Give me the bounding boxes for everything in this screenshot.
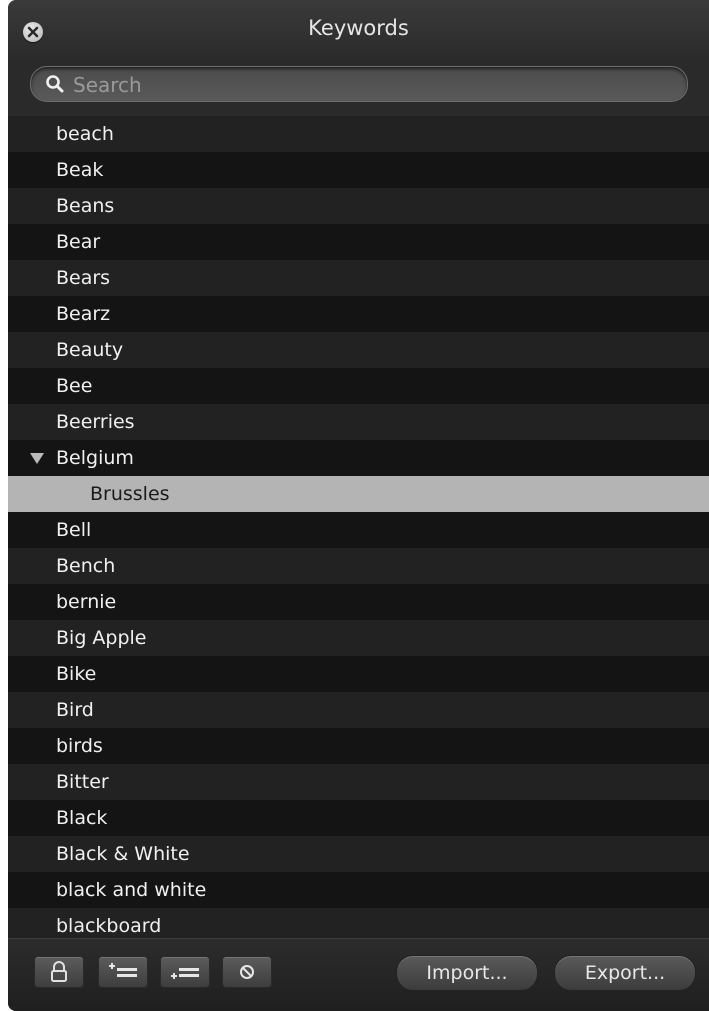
add-keyword-icon bbox=[109, 963, 137, 977]
keyword-label: black and white bbox=[56, 879, 207, 901]
keyword-label: Bee bbox=[56, 375, 93, 397]
keyword-row[interactable]: Bike bbox=[8, 656, 709, 692]
keyword-label: Beak bbox=[56, 159, 104, 181]
keyword-label: Bird bbox=[56, 699, 94, 721]
search-icon bbox=[46, 75, 64, 93]
keyword-list: beach Beak Beans Bear Bears Bearz Beauty Bee Bee… bbox=[8, 116, 709, 944]
keyword-label: bernie bbox=[56, 591, 117, 613]
keyword-row[interactable]: birds bbox=[8, 728, 709, 764]
keyword-row[interactable]: Black bbox=[8, 800, 709, 836]
keyword-label: Bearz bbox=[56, 303, 111, 325]
lock-button[interactable] bbox=[34, 956, 84, 988]
import-button[interactable]: Import... bbox=[396, 955, 538, 991]
keyword-row[interactable]: Big Apple bbox=[8, 620, 709, 656]
keyword-row[interactable]: Beans bbox=[8, 188, 709, 224]
keyword-row[interactable]: Bird bbox=[8, 692, 709, 728]
keyword-label: Beauty bbox=[56, 339, 124, 361]
keyword-row[interactable]: Belgium bbox=[8, 440, 709, 476]
window-title: Keywords bbox=[308, 16, 409, 40]
search-input[interactable] bbox=[71, 69, 675, 101]
keyword-row[interactable]: beach bbox=[8, 116, 709, 152]
keyword-row[interactable]: Bearz bbox=[8, 296, 709, 332]
keyword-row[interactable]: Beak bbox=[8, 152, 709, 188]
keyword-label: Black & White bbox=[56, 843, 190, 865]
keyword-label: Bell bbox=[56, 519, 92, 541]
keyword-label: Bear bbox=[56, 231, 101, 253]
keyword-row[interactable]: Beerries bbox=[8, 404, 709, 440]
lock-icon bbox=[51, 961, 67, 982]
keyword-label: Bike bbox=[56, 663, 97, 685]
keyword-row[interactable]: Black & White bbox=[8, 836, 709, 872]
search-bar bbox=[8, 62, 709, 119]
keyword-row[interactable]: Bell bbox=[8, 512, 709, 548]
keyword-label: Bitter bbox=[56, 771, 109, 793]
keyword-row[interactable]: Bee bbox=[8, 368, 709, 404]
keyword-label: Beans bbox=[56, 195, 115, 217]
keyword-label: Black bbox=[56, 807, 108, 829]
remove-keyword-button[interactable] bbox=[222, 956, 272, 988]
keyword-row[interactable]: black and white bbox=[8, 872, 709, 908]
title-bar: Keywords bbox=[8, 0, 709, 62]
keyword-label: Beerries bbox=[56, 411, 135, 433]
keyword-label: beach bbox=[56, 123, 114, 145]
add-keyword-button[interactable] bbox=[98, 956, 148, 988]
keyword-label: Brussles bbox=[90, 483, 170, 505]
keyword-row[interactable]: Bitter bbox=[8, 764, 709, 800]
remove-keyword-icon bbox=[240, 965, 254, 979]
keyword-row[interactable]: Bears bbox=[8, 260, 709, 296]
search-field[interactable] bbox=[30, 66, 688, 102]
export-button[interactable]: Export... bbox=[554, 955, 696, 991]
keyword-row[interactable]: Beauty bbox=[8, 332, 709, 368]
keywords-panel: Keywords beach Beak Beans Bear Bears Bearz Bea… bbox=[8, 0, 709, 1011]
keyword-label: Bears bbox=[56, 267, 111, 289]
keyword-row[interactable]: Bench bbox=[8, 548, 709, 584]
add-subkeyword-button[interactable] bbox=[160, 956, 210, 988]
keyword-label: Bench bbox=[56, 555, 116, 577]
keyword-label: Belgium bbox=[56, 447, 134, 469]
keyword-label: birds bbox=[56, 735, 103, 757]
keyword-label: Big Apple bbox=[56, 627, 147, 649]
disclosure-triangle-icon[interactable] bbox=[30, 453, 44, 464]
footer-toolbar: Import... Export... bbox=[8, 938, 709, 1011]
add-subkeyword-icon bbox=[171, 968, 199, 979]
keyword-row[interactable]: bernie bbox=[8, 584, 709, 620]
keyword-row[interactable]: Bear bbox=[8, 224, 709, 260]
keyword-child-row[interactable]: Brussles bbox=[8, 476, 709, 512]
